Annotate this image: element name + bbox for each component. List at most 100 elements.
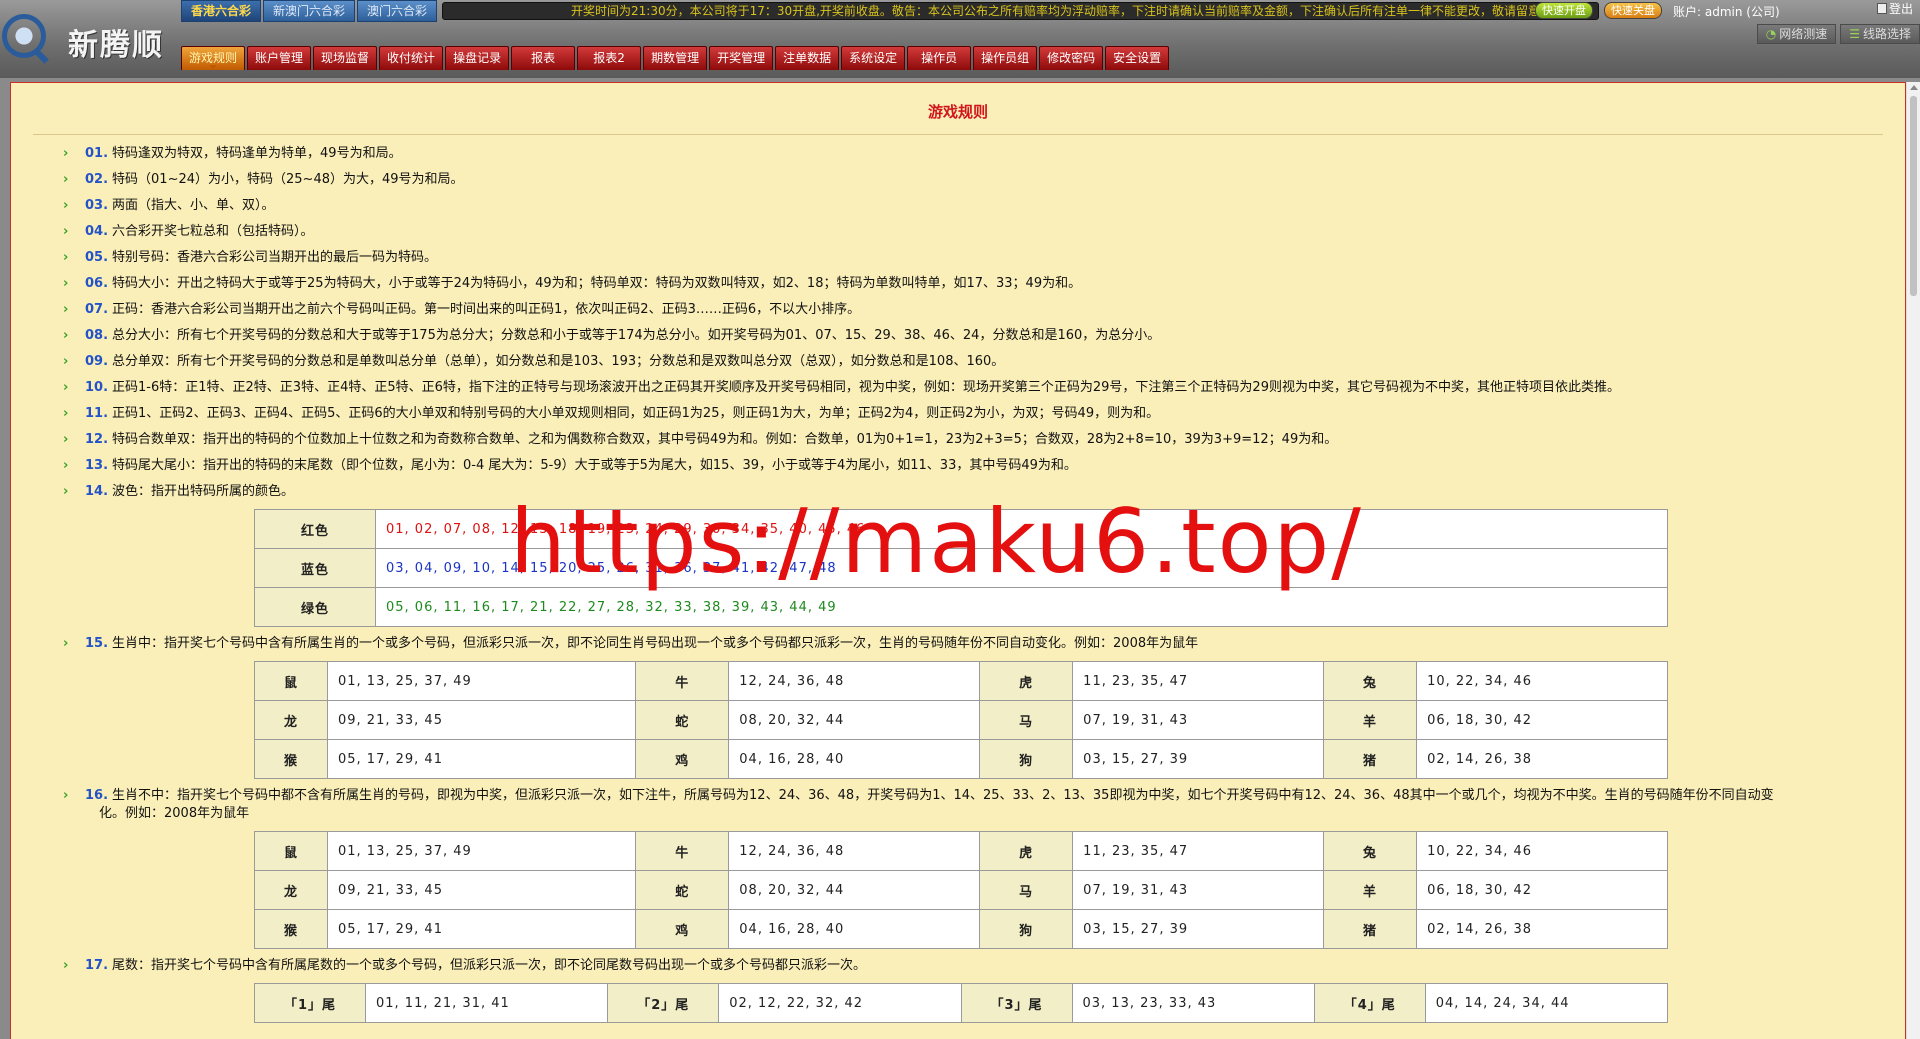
nav-reports-2[interactable]: 报表2 [577, 46, 642, 70]
table-row: 蓝色 03, 04, 09, 10, 14, 15, 20, 25, 26, 3… [254, 548, 1668, 588]
rule-number: 09. [85, 354, 109, 369]
zodiac-numbers: 06, 18, 30, 42 [1416, 700, 1668, 740]
nav-draw-management[interactable]: 开奖管理 [709, 46, 774, 70]
rule-number: 06. [85, 276, 109, 291]
zodiac-label: 鸡 [635, 739, 730, 779]
announcement-marquee: 开奖时间为21:30分，本公司将于17：30开盘,开奖前收盘。敬告：本公司公布之… [442, 2, 1599, 20]
nav-operator-groups[interactable]: 操作员组 [973, 46, 1038, 70]
rule-number: 03. [85, 198, 109, 213]
chevron-right-icon: › [63, 788, 69, 803]
zodiac-table-2: 鼠 01, 13, 25, 37, 49 牛 12, 24, 36, 48 虎 11,… [254, 831, 1668, 949]
rule-text: 生肖中：指开奖七个号码中含有所属生肖的一个或多个号码，但派彩只派一次，即不论同生… [112, 636, 1199, 651]
nav-account-management[interactable]: 账户管理 [247, 46, 312, 70]
rule-text: 生肖不中：指开奖七个号码中都不含有所属生肖的号码，即视为中奖，但派彩只派一次，如… [99, 788, 1774, 821]
color-numbers-blue: 03, 04, 09, 10, 14, 15, 20, 25, 26, 31, … [375, 548, 1668, 588]
quick-close-button[interactable]: 快速关盘 [1604, 2, 1662, 19]
zodiac-label: 狗 [979, 909, 1074, 949]
tail-label: 「2」尾 [607, 983, 720, 1023]
rule-item: › 08. 总分大小：所有七个开奖号码的分数总和大于或等于175为总分大；分数总和小… [11, 327, 1905, 345]
zodiac-label: 虎 [979, 831, 1074, 871]
zodiac-numbers: 05, 17, 29, 41 [326, 909, 637, 949]
rule-number: 08. [85, 328, 109, 343]
zodiac-table: 鼠 01, 13, 25, 37, 49 牛 12, 24, 36, 48 虎 11,… [254, 661, 1668, 779]
tail-table: 「1」尾 01, 11, 21, 31, 41 「2」尾 02, 12, 22, 3… [254, 983, 1669, 1023]
chevron-right-icon: › [63, 250, 69, 265]
zodiac-numbers: 06, 18, 30, 42 [1416, 870, 1668, 910]
nav-period-management[interactable]: 期数管理 [643, 46, 708, 70]
chevron-right-icon: › [63, 302, 69, 317]
logo-text: 新腾顺 [68, 28, 164, 63]
zodiac-numbers: 11, 23, 35, 47 [1072, 661, 1325, 701]
zodiac-numbers: 10, 22, 34, 46 [1416, 661, 1668, 701]
nav-system-settings[interactable]: 系统设定 [841, 46, 906, 70]
table-row: 鼠 01, 13, 25, 37, 49 牛 12, 24, 36, 48 虎 11,… [254, 831, 1668, 871]
network-speed-label: 网络测速 [1779, 27, 1828, 41]
announcement-text: 开奖时间为21:30分，本公司将于17：30开盘,开奖前收盘。敬告：本公司公布之… [571, 4, 1540, 18]
nav-change-password[interactable]: 修改密码 [1039, 46, 1104, 70]
lottery-tab-new-macau[interactable]: 新澳门六合彩 [263, 0, 356, 22]
zodiac-label: 猪 [1323, 909, 1418, 949]
zodiac-numbers: 02, 14, 26, 38 [1416, 909, 1668, 949]
site-logo[interactable]: 新腾顺 [0, 6, 170, 66]
rule-text: 波色：指开出特码所属的颜色。 [112, 484, 295, 499]
zodiac-numbers: 03, 15, 27, 39 [1072, 909, 1325, 949]
lottery-tab-macau[interactable]: 澳门六合彩 [357, 0, 438, 22]
zodiac-numbers: 01, 13, 25, 37, 49 [326, 831, 637, 871]
nav-operators[interactable]: 操作员 [907, 46, 972, 70]
scroll-up-icon[interactable] [1910, 85, 1918, 90]
scroll-thumb[interactable] [1910, 96, 1917, 296]
network-speed-button[interactable]: ◔ 网络测速 [1756, 24, 1837, 44]
account-info: 账户: admin (公司) [1673, 5, 1780, 19]
page-title: 游戏规则 [927, 103, 988, 121]
rule-number: 15. [85, 636, 109, 651]
rule-text: 六合彩开奖七粒总和（包括特码）。 [112, 224, 314, 239]
list-icon: ☰ [1849, 27, 1860, 41]
nav-bet-data[interactable]: 注单数据 [775, 46, 840, 70]
rule-text: 特码合数单双：指开出的特码的个位数加上十位数之和为奇数称合数单、之和为偶数称合数… [112, 432, 1338, 447]
quick-open-button[interactable]: 快速开盘 [1535, 2, 1593, 19]
rule-number: 05. [85, 250, 109, 265]
zodiac-label: 鼠 [254, 661, 328, 701]
chevron-right-icon: › [63, 198, 69, 213]
nav-security-settings[interactable]: 安全设置 [1105, 46, 1170, 70]
chevron-right-icon: › [63, 406, 69, 421]
zodiac-numbers: 08, 20, 32, 44 [728, 700, 981, 740]
zodiac-label: 蛇 [635, 870, 730, 910]
zodiac-numbers: 05, 17, 29, 41 [326, 739, 637, 779]
color-label-red: 红色 [254, 509, 376, 549]
nav-trading-records[interactable]: 操盘记录 [445, 46, 510, 70]
rule-text: 特码大小：开出之特码大于或等于25为特码大，小于或等于24为特码小，49为和；特… [112, 276, 1082, 291]
tail-label: 「4」尾 [1313, 983, 1426, 1023]
zodiac-label: 牛 [635, 661, 730, 701]
table-row: 鼠 01, 13, 25, 37, 49 牛 12, 24, 36, 48 虎 11,… [254, 661, 1668, 701]
chevron-right-icon: › [63, 458, 69, 473]
logout-label: 登出 [1889, 2, 1914, 16]
table-row: 猴 05, 17, 29, 41 鸡 04, 16, 28, 40 狗 03, 15,… [254, 739, 1668, 779]
logout-button[interactable]: 登出 [1877, 0, 1913, 17]
tail-label: 「1」尾 [254, 983, 366, 1023]
rule-text: 尾数：指开奖七个号码中含有所属尾数的一个或多个号码，但派彩只派一次，即不论同尾数… [112, 958, 867, 973]
line-select-button[interactable]: ☰ 线路选择 [1840, 24, 1920, 44]
chevron-right-icon: › [63, 380, 69, 395]
zodiac-label: 兔 [1323, 661, 1418, 701]
zodiac-label: 龙 [254, 870, 328, 910]
zodiac-numbers: 03, 15, 27, 39 [1072, 739, 1325, 779]
title-divider [33, 134, 1883, 135]
tail-numbers: 03, 13, 23, 33, 43 [1071, 983, 1315, 1023]
zodiac-numbers: 12, 24, 36, 48 [728, 661, 981, 701]
zodiac-numbers: 07, 19, 31, 43 [1072, 700, 1325, 740]
color-label-blue: 蓝色 [254, 548, 376, 588]
nav-live-monitor[interactable]: 现场监督 [313, 46, 378, 70]
table-row: 绿色 05, 06, 11, 16, 17, 21, 22, 27, 28, 3… [254, 587, 1668, 627]
zodiac-label: 虎 [979, 661, 1074, 701]
lottery-tab-hk[interactable]: 香港六合彩 [181, 0, 262, 22]
nav-reports[interactable]: 报表 [511, 46, 576, 70]
vertical-scrollbar[interactable] [1906, 82, 1920, 1039]
nav-payment-stats[interactable]: 收付统计 [379, 46, 444, 70]
rule-number: 12. [85, 432, 109, 447]
nav-game-rules[interactable]: 游戏规则 [181, 46, 246, 70]
rule-item: › 17. 尾数：指开奖七个号码中含有所属尾数的一个或多个号码，但派彩只派一次，即不… [11, 957, 1905, 975]
rule-item: › 14. 波色：指开出特码所属的颜色。 [11, 483, 1905, 501]
rule-item: › 07. 正码：香港六合彩公司当期开出之前六个号码叫正码。第一时间出来的叫正码1，… [11, 301, 1905, 319]
color-label-green: 绿色 [254, 587, 376, 627]
